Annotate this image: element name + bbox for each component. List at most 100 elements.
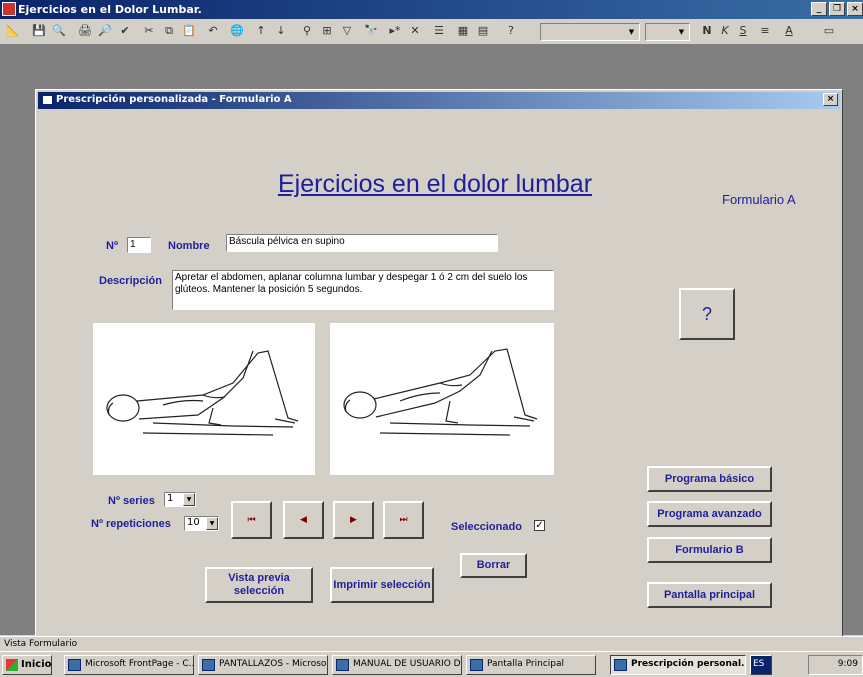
toolbar: 📐 💾 🔍 🖨 🔎 ✔ ✂ ⧉ 📋 ↶ 🌐 ↑ ↓ ⚲ ⊞ ▽ 🔭 ▸* ✕ ☰… <box>0 19 863 45</box>
bold-icon[interactable]: N <box>698 22 716 40</box>
nombre-label: Nombre <box>168 240 210 252</box>
app-title-bar: Ejercicios en el Dolor Lumbar. _ ❐ × <box>0 0 863 19</box>
next-record-icon: ▶ <box>350 515 357 525</box>
new-record-icon[interactable]: ▸* <box>386 22 404 40</box>
view-icon[interactable]: 📐 <box>4 22 22 40</box>
spelling-icon[interactable]: ✔ <box>116 22 134 40</box>
last-record-button[interactable]: ⏭ <box>383 501 424 539</box>
form-icon <box>42 95 53 105</box>
search-icon[interactable]: 🔍 <box>50 22 68 40</box>
save-icon[interactable]: 💾 <box>30 22 48 40</box>
word-icon <box>336 659 349 671</box>
restore-button[interactable]: ❐ <box>829 2 845 16</box>
language-indicator[interactable]: ES <box>750 655 772 675</box>
nombre-field[interactable]: Báscula pélvica en supino <box>226 234 498 252</box>
series-label: Nº series <box>108 495 155 507</box>
minimize-button[interactable]: _ <box>811 2 827 16</box>
first-record-icon: ⏮ <box>247 515 256 525</box>
form-icon <box>470 659 483 671</box>
programa-basico-button[interactable]: Programa básico <box>647 466 772 492</box>
person-pelvic-tilt-icon <box>343 348 538 436</box>
find-icon[interactable]: 🔭 <box>362 22 380 40</box>
repeticiones-value: 10 <box>187 517 200 528</box>
database-window-icon[interactable]: ▦ <box>454 22 472 40</box>
frontpage-icon <box>68 659 81 671</box>
windows-logo-icon <box>6 659 18 671</box>
series-select[interactable]: 1 ▼ <box>164 492 196 507</box>
chevron-down-icon[interactable]: ▼ <box>206 517 218 530</box>
numero-label: Nº <box>106 240 118 252</box>
mdi-workspace: Prescripción personalizada - Formulario … <box>0 45 863 666</box>
word-icon <box>202 659 215 671</box>
descripcion-label: Descripción <box>99 275 162 287</box>
properties-icon[interactable]: ☰ <box>430 22 448 40</box>
taskbar-item-label: Prescripción personal... <box>631 659 746 669</box>
pantalla-principal-button[interactable]: Pantalla principal <box>647 582 772 608</box>
align-icon[interactable]: ≡ <box>756 22 774 40</box>
form-close-button[interactable]: × <box>823 93 838 106</box>
form-title: Prescripción personalizada - Formulario … <box>56 94 292 105</box>
exercise-image-start <box>93 323 315 475</box>
print-icon[interactable]: 🖨 <box>76 22 94 40</box>
next-record-button[interactable]: ▶ <box>333 501 374 539</box>
taskbar: Inicio Microsoft FrontPage - C... PANTAL… <box>0 651 863 677</box>
taskbar-item-pantalla-principal[interactable]: Pantalla Principal <box>466 655 596 675</box>
taskbar-item-label: PANTALLAZOS - Microso... <box>219 659 328 669</box>
form-title-bar: Prescripción personalizada - Formulario … <box>38 92 840 109</box>
undo-icon[interactable]: ↶ <box>204 22 222 40</box>
start-label: Inicio <box>21 659 52 670</box>
border-icon[interactable]: ▭ <box>820 22 838 40</box>
help-button[interactable]: ? <box>679 288 735 340</box>
vista-previa-button[interactable]: Vista previa selección <box>205 567 313 603</box>
numero-field[interactable]: 1 <box>127 237 151 253</box>
first-record-button[interactable]: ⏮ <box>231 501 272 539</box>
page-title: Ejercicios en el dolor lumbar <box>278 170 593 198</box>
size-combo[interactable]: ▼ <box>645 23 690 41</box>
status-bar: Vista Formulario <box>0 636 863 651</box>
italic-icon[interactable]: K <box>716 22 734 40</box>
form-window: Prescripción personalizada - Formulario … <box>35 89 843 666</box>
close-button[interactable]: × <box>847 2 863 16</box>
sort-asc-icon[interactable]: ↑ <box>252 22 270 40</box>
start-button[interactable]: Inicio <box>2 655 52 675</box>
paste-icon[interactable]: 📋 <box>180 22 198 40</box>
repeticiones-label: Nº repeticiones <box>91 518 171 530</box>
taskbar-item-label: MANUAL DE USUARIO D... <box>353 659 462 669</box>
person-lying-supine-icon <box>106 350 299 436</box>
descripcion-field[interactable]: Apretar el abdomen, aplanar columna lumb… <box>172 270 554 310</box>
help-icon[interactable]: ? <box>502 22 520 40</box>
programa-avanzado-button[interactable]: Programa avanzado <box>647 501 772 527</box>
apply-filter-icon[interactable]: ▽ <box>338 22 356 40</box>
seleccionado-checkbox[interactable]: ✓ <box>534 520 545 531</box>
copy-icon[interactable]: ⧉ <box>160 22 178 40</box>
underline-icon[interactable]: S <box>734 22 752 40</box>
app-title: Ejercicios en el Dolor Lumbar. <box>18 3 202 16</box>
chevron-down-icon[interactable]: ▼ <box>183 493 195 506</box>
delete-record-icon[interactable]: ✕ <box>406 22 424 40</box>
form-icon <box>614 659 627 671</box>
taskbar-item-prescripcion[interactable]: Prescripción personal... <box>610 655 746 675</box>
imprimir-button[interactable]: Imprimir selección <box>330 567 434 603</box>
series-value: 1 <box>167 493 174 504</box>
taskbar-item-frontpage[interactable]: Microsoft FrontPage - C... <box>64 655 194 675</box>
system-tray: 9:09 <box>808 655 863 675</box>
cut-icon[interactable]: ✂ <box>140 22 158 40</box>
form-subtitle: Formulario A <box>722 192 796 207</box>
borrar-button[interactable]: Borrar <box>460 553 527 578</box>
taskbar-item-manual[interactable]: MANUAL DE USUARIO D... <box>332 655 462 675</box>
filter-form-icon[interactable]: ⊞ <box>318 22 336 40</box>
sort-desc-icon[interactable]: ↓ <box>272 22 290 40</box>
filter-selection-icon[interactable]: ⚲ <box>298 22 316 40</box>
taskbar-item-pantallazos[interactable]: PANTALLAZOS - Microso... <box>198 655 328 675</box>
formulario-b-button[interactable]: Formulario B <box>647 537 772 563</box>
new-object-icon[interactable]: ▤ <box>474 22 492 40</box>
exercise-image-end <box>330 323 554 475</box>
font-color-icon[interactable]: A <box>780 22 798 40</box>
print-preview-icon[interactable]: 🔎 <box>96 22 114 40</box>
prev-record-button[interactable]: ◀ <box>283 501 324 539</box>
hyperlink-icon[interactable]: 🌐 <box>228 22 246 40</box>
last-record-icon: ⏭ <box>399 515 408 525</box>
font-combo[interactable]: ▼ <box>540 23 640 41</box>
repeticiones-select[interactable]: 10 ▼ <box>184 516 219 531</box>
prev-record-icon: ◀ <box>300 515 307 525</box>
